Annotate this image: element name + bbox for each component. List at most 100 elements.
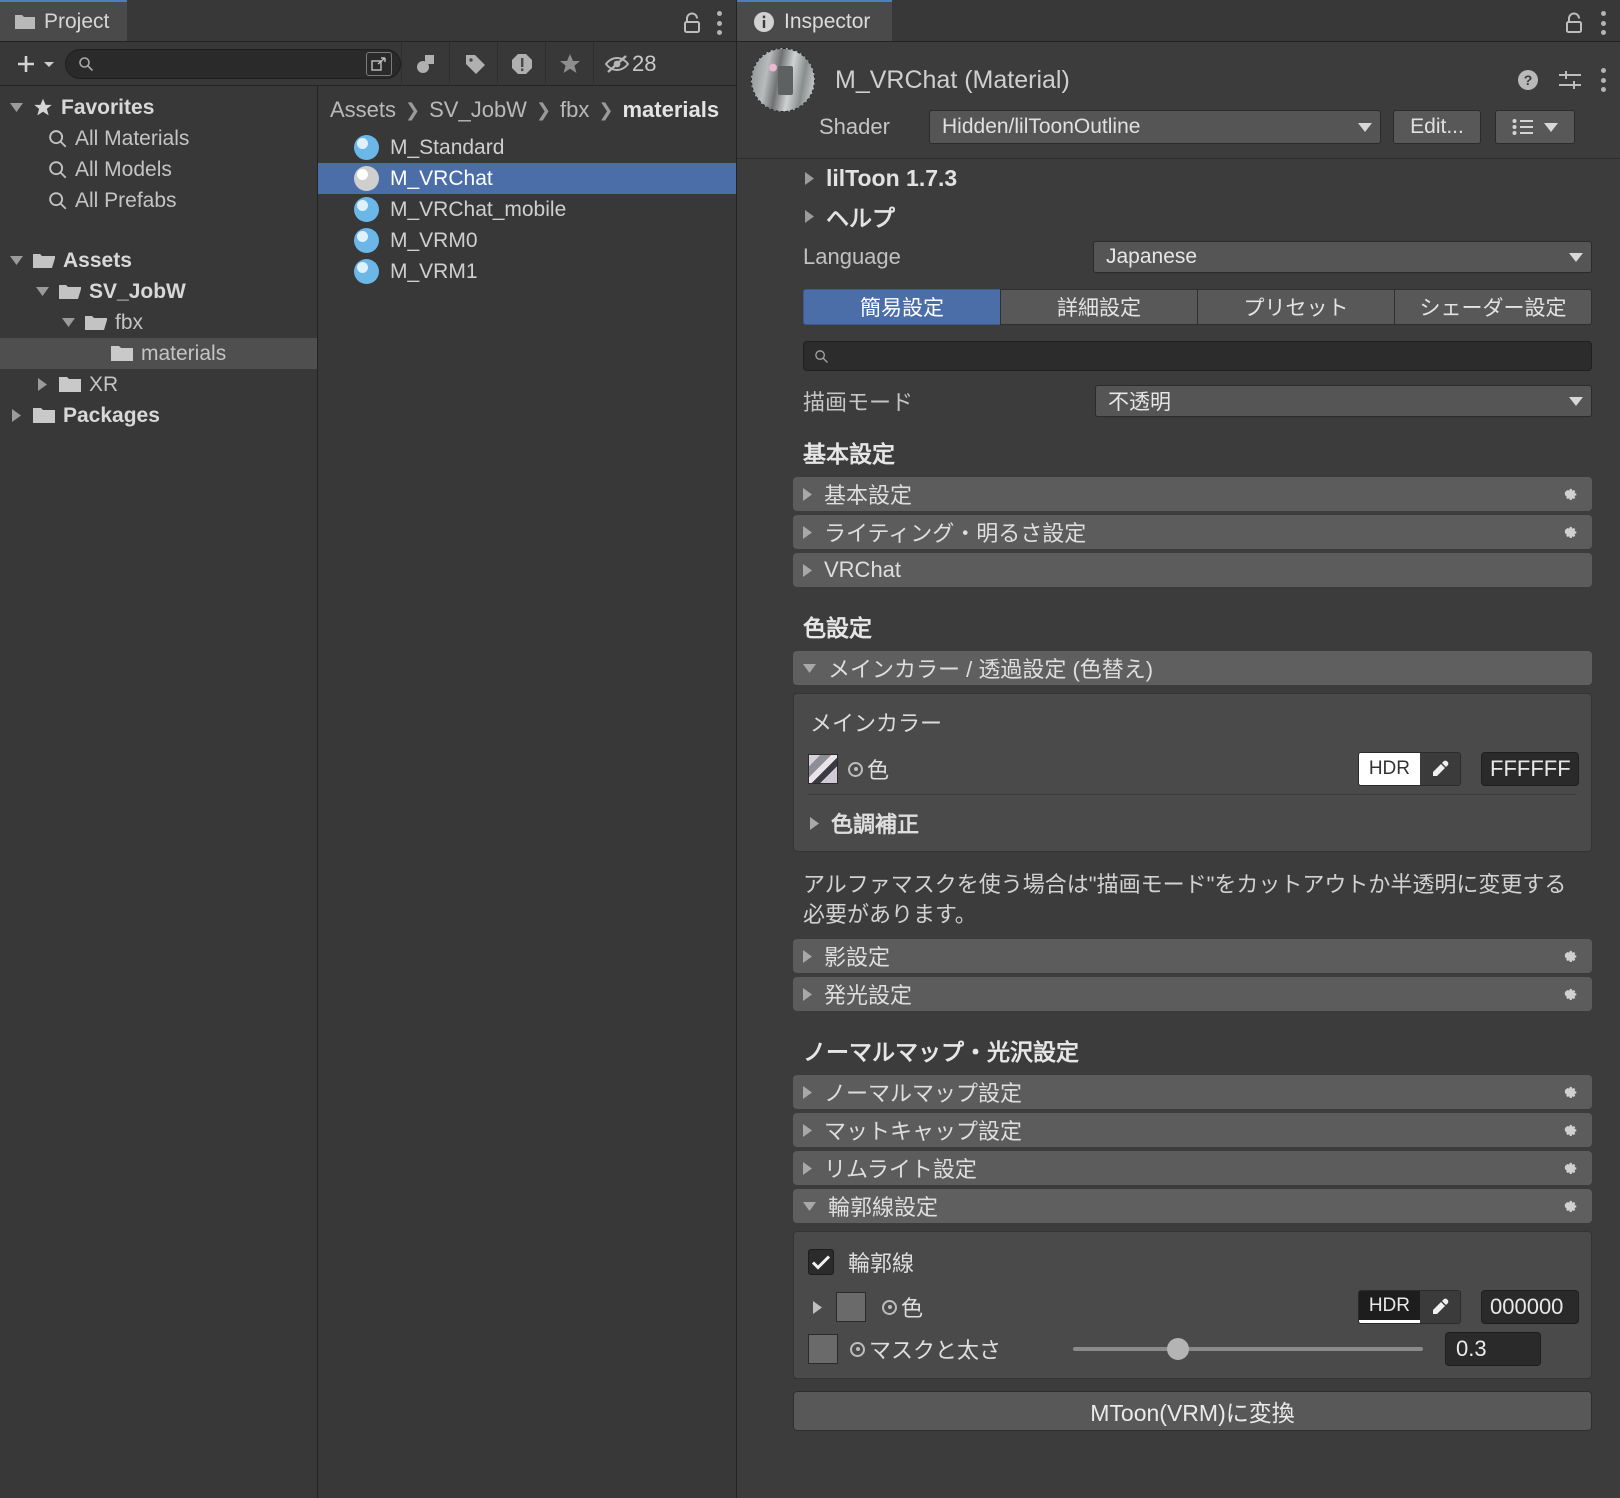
tree-item-fbx[interactable]: fbx bbox=[0, 307, 317, 338]
slider-knob[interactable] bbox=[1167, 1338, 1190, 1361]
hdr-badge[interactable]: HDR bbox=[1358, 753, 1420, 785]
tab-preset[interactable]: プリセット bbox=[1197, 289, 1395, 325]
hidden-assets-button[interactable]: 28 bbox=[593, 41, 662, 86]
section-vrchat[interactable]: VRChat bbox=[793, 553, 1592, 587]
favorites-filter-button[interactable] bbox=[545, 41, 593, 86]
outline-width-slider[interactable] bbox=[1073, 1338, 1424, 1361]
edit-shader-button[interactable]: Edit... bbox=[1393, 110, 1481, 144]
convert-to-mtoon-button[interactable]: MToon(VRM)に変換 bbox=[793, 1391, 1592, 1432]
list-item[interactable]: M_VRM1 bbox=[318, 256, 736, 287]
tree-item-xr[interactable]: XR bbox=[0, 369, 317, 400]
section-rimlight[interactable]: リムライト設定 bbox=[793, 1151, 1592, 1186]
chevron-right-icon[interactable] bbox=[34, 376, 51, 393]
section-basic-settings[interactable]: 基本設定 bbox=[793, 477, 1592, 511]
section-lighting-brightness[interactable]: ライティング・明るさ設定 bbox=[793, 515, 1592, 549]
chevron-right-icon[interactable] bbox=[803, 1161, 812, 1175]
lock-icon[interactable] bbox=[682, 12, 702, 34]
gear-icon[interactable] bbox=[1558, 1195, 1580, 1217]
tree-item-sv-jobw[interactable]: SV_JobW bbox=[0, 276, 317, 307]
gear-icon[interactable] bbox=[1558, 1081, 1580, 1103]
list-item[interactable]: M_VRM0 bbox=[318, 225, 736, 256]
filter-by-type-button[interactable] bbox=[401, 41, 449, 86]
language-dropdown[interactable]: Japanese bbox=[1093, 241, 1592, 273]
breadcrumb-item-sv-jobw[interactable]: SV_JobW bbox=[429, 97, 527, 123]
shader-dropdown[interactable]: Hidden/lilToonOutline bbox=[929, 110, 1381, 144]
liltoon-version-fold[interactable]: lilToon 1.7.3 bbox=[737, 159, 1620, 197]
warning-filter-button[interactable] bbox=[497, 41, 545, 86]
chevron-right-icon[interactable] bbox=[803, 525, 812, 539]
outline-enable-row[interactable]: 輪郭線 bbox=[794, 1240, 1591, 1286]
chevron-right-icon[interactable] bbox=[803, 987, 812, 1001]
tree-item-all-materials[interactable]: All Materials bbox=[0, 123, 317, 154]
render-mode-dropdown[interactable]: 不透明 bbox=[1095, 385, 1592, 417]
material-preset-button[interactable] bbox=[1495, 110, 1575, 144]
breadcrumb-item-materials[interactable]: materials bbox=[623, 97, 720, 123]
list-item[interactable]: M_VRChat bbox=[318, 163, 736, 194]
property-toggle-icon[interactable] bbox=[848, 761, 863, 777]
inspector-menu-icon[interactable] bbox=[1600, 11, 1606, 35]
section-emission[interactable]: 発光設定 bbox=[793, 977, 1592, 1012]
gear-icon[interactable] bbox=[1558, 1119, 1580, 1141]
chevron-down-icon[interactable] bbox=[8, 252, 25, 269]
tree-item-packages[interactable]: Packages bbox=[0, 400, 317, 431]
tab-inspector[interactable]: Inspector bbox=[737, 0, 893, 41]
chevron-right-icon[interactable] bbox=[803, 1085, 812, 1099]
chevron-right-icon[interactable] bbox=[803, 487, 812, 501]
outline-mask-texture-swatch[interactable] bbox=[808, 1334, 838, 1365]
tree-item-favorites[interactable]: Favorites bbox=[0, 92, 317, 123]
texture-thumbnail[interactable] bbox=[808, 754, 838, 784]
outline-checkbox[interactable] bbox=[808, 1249, 834, 1276]
chevron-right-icon[interactable] bbox=[805, 209, 814, 223]
main-color-hex-field[interactable]: FFFFFF bbox=[1481, 752, 1579, 786]
material-menu-icon[interactable] bbox=[1600, 68, 1606, 92]
section-outline[interactable]: 輪郭線設定 bbox=[793, 1189, 1592, 1224]
project-search-input[interactable] bbox=[94, 53, 366, 74]
section-matcap[interactable]: マットキャップ設定 bbox=[793, 1113, 1592, 1148]
chevron-right-icon[interactable] bbox=[803, 949, 812, 963]
gear-icon[interactable] bbox=[1558, 483, 1580, 505]
list-item[interactable]: M_Standard bbox=[318, 132, 736, 163]
chevron-right-icon[interactable] bbox=[805, 171, 814, 185]
inspector-search-input[interactable] bbox=[829, 346, 1581, 366]
list-item[interactable]: M_VRChat_mobile bbox=[318, 194, 736, 225]
project-menu-icon[interactable] bbox=[716, 11, 722, 35]
tree-item-all-prefabs[interactable]: All Prefabs bbox=[0, 185, 317, 216]
breadcrumb-item-fbx[interactable]: fbx bbox=[560, 97, 589, 123]
search-expand-icon[interactable] bbox=[366, 51, 392, 76]
filter-by-label-button[interactable] bbox=[449, 41, 497, 86]
chevron-right-icon[interactable] bbox=[808, 1300, 826, 1314]
section-shadow[interactable]: 影設定 bbox=[793, 939, 1592, 974]
gear-icon[interactable] bbox=[1558, 1157, 1580, 1179]
section-main-color[interactable]: メインカラー / 透過設定 (色替え) bbox=[793, 651, 1592, 685]
tab-simple-settings[interactable]: 簡易設定 bbox=[803, 289, 1001, 325]
tab-advanced-settings[interactable]: 詳細設定 bbox=[1000, 289, 1198, 325]
chevron-right-icon[interactable] bbox=[810, 816, 819, 830]
chevron-down-icon[interactable] bbox=[803, 1201, 816, 1211]
inspector-search-field[interactable] bbox=[803, 341, 1592, 371]
project-search-field[interactable] bbox=[65, 48, 401, 79]
tree-item-materials[interactable]: materials bbox=[0, 338, 317, 369]
eyedropper-icon[interactable] bbox=[1420, 1291, 1460, 1324]
chevron-right-icon[interactable] bbox=[803, 563, 812, 577]
tab-shader-settings[interactable]: シェーダー設定 bbox=[1394, 289, 1592, 325]
outline-color-swatch[interactable] bbox=[836, 1292, 866, 1323]
tree-item-assets[interactable]: Assets bbox=[0, 245, 317, 276]
lock-icon[interactable] bbox=[1564, 12, 1584, 34]
chevron-right-icon[interactable] bbox=[8, 407, 25, 424]
outline-color-hex-field[interactable]: 000000 bbox=[1481, 1290, 1579, 1325]
help-fold[interactable]: ヘルプ bbox=[737, 197, 1620, 235]
breadcrumb-item-assets[interactable]: Assets bbox=[330, 97, 396, 123]
section-normalmap[interactable]: ノーマルマップ設定 bbox=[793, 1075, 1592, 1110]
chevron-down-icon[interactable] bbox=[34, 283, 51, 300]
gear-icon[interactable] bbox=[1558, 521, 1580, 543]
chevron-right-icon[interactable] bbox=[803, 1123, 812, 1137]
eyedropper-icon[interactable] bbox=[1420, 753, 1460, 785]
preset-settings-icon[interactable] bbox=[1557, 68, 1583, 92]
property-toggle-icon[interactable] bbox=[850, 1341, 865, 1357]
property-toggle-icon[interactable] bbox=[882, 1299, 897, 1315]
tone-correction-fold[interactable]: 色調補正 bbox=[794, 799, 1591, 845]
chevron-down-icon[interactable] bbox=[60, 314, 77, 331]
outline-width-value[interactable]: 0.3 bbox=[1445, 1332, 1542, 1367]
hdr-badge[interactable]: HDR bbox=[1358, 1291, 1420, 1324]
create-asset-button[interactable] bbox=[8, 52, 65, 76]
